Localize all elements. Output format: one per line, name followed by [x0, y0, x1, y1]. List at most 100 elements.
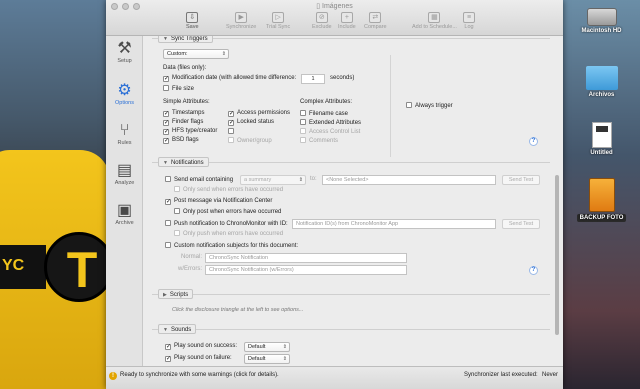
save-icon: ⇩: [186, 12, 199, 23]
sidebar-item-analyze[interactable]: ▤ Analyze: [106, 162, 143, 186]
only-send-errors-checkbox: Only send when errors have occurred: [174, 186, 283, 193]
desktop-icon-untitled[interactable]: Untitled: [563, 122, 640, 156]
bsd-flags-checkbox[interactable]: ✓ BSD flags: [163, 137, 199, 144]
custom-subjects-checkbox[interactable]: Custom notification subjects for this do…: [165, 242, 298, 249]
send-test-email-button[interactable]: Send Test: [502, 175, 540, 185]
gear-icon: ⚙: [117, 82, 132, 99]
desktop-icon-macintosh-hd[interactable]: Macintosh HD: [563, 8, 640, 34]
email-content-popup[interactable]: a summary ⇕: [240, 175, 306, 185]
push-id-field[interactable]: Notification ID(s) from ChronoMonitor Ap…: [292, 219, 496, 229]
checkbox-box: ✓: [163, 129, 170, 135]
checkbox-box: ✓: [165, 199, 172, 205]
trial-sync-label: Trial Sync: [266, 24, 291, 30]
hfs-type-checkbox[interactable]: ✓ HFS type/creator: [163, 128, 217, 135]
trial-sync-button[interactable]: ▷ Trial Sync: [266, 12, 290, 30]
trigger-mode-popup[interactable]: Custom: ⇕: [163, 49, 229, 59]
scripts-hint: Click the disclosure triangle at the lef…: [172, 307, 304, 313]
post-message-checkbox[interactable]: ✓ Post message via Notification Center: [165, 198, 272, 205]
sounds-header[interactable]: ▼ Sounds: [158, 324, 197, 334]
sidebar-item-options[interactable]: ⚙ Options: [106, 82, 143, 106]
only-post-errors-checkbox[interactable]: Only post when errors have occurred: [174, 208, 281, 215]
checkbox-box: [165, 176, 171, 182]
checkbox-label: Play sound on failure:: [174, 355, 232, 361]
chevron-updown-icon: ⇕: [298, 177, 303, 183]
extended-attributes-checkbox[interactable]: Extended Attributes: [300, 119, 361, 126]
desktop-icon-backup-foto[interactable]: BACKUP FOTO: [563, 178, 640, 222]
exclude-button[interactable]: ⊘ Exclude: [312, 12, 332, 30]
desktop-icon-archivos[interactable]: Archivos: [563, 66, 640, 98]
normal-subject-field[interactable]: ChronoSync Notification: [205, 253, 407, 263]
compare-button[interactable]: ⇄ Compare: [364, 12, 387, 30]
status-bar[interactable]: ! Ready to synchronize with some warning…: [106, 366, 563, 389]
filename-case-checkbox[interactable]: Filename case: [300, 110, 348, 117]
help-button[interactable]: ?: [529, 266, 538, 275]
failure-sound-popup[interactable]: Default ⇕: [244, 354, 290, 364]
scripts-section: ▶ Scripts Click the disclosure triangle a…: [152, 289, 550, 322]
checkbox-label: Always trigger: [415, 103, 453, 109]
synchronize-label: Synchronize: [226, 24, 257, 30]
checkbox-label: Push notification to ChronoMonitor with …: [174, 221, 288, 227]
popup-value: Custom:: [167, 51, 188, 57]
scripts-header[interactable]: ▶ Scripts: [158, 289, 194, 299]
checkbox-box: [174, 230, 180, 236]
send-test-push-button[interactable]: Send Test: [502, 219, 540, 229]
taxi-logo-letter: T: [66, 242, 98, 298]
send-email-checkbox[interactable]: Send email containing: [165, 176, 233, 183]
success-sound-popup[interactable]: Default ⇕: [244, 342, 290, 352]
desktop-icon-label: Untitled: [590, 150, 613, 156]
sidebar-item-archive[interactable]: ▣ Archive: [106, 202, 143, 226]
checkbox-box: [163, 85, 169, 91]
branch-icon: ⑂: [119, 122, 130, 139]
desktop-wallpaper-right: Macintosh HD Archivos Untitled BACKUP FO…: [563, 0, 640, 389]
log-button[interactable]: ≡ Log: [463, 12, 475, 30]
file-size-checkbox[interactable]: File size: [163, 85, 194, 92]
calendar-icon: ▦: [428, 12, 441, 23]
checkbox-label: Extended Attributes: [309, 120, 362, 126]
play-icon: ▶: [235, 12, 248, 23]
desktop-icon-label: Archivos: [588, 92, 615, 98]
warning-icon[interactable]: !: [109, 372, 117, 380]
external-drive-icon: [588, 178, 615, 212]
chevron-updown-icon: ⇕: [282, 344, 287, 350]
sidebar-item-rules[interactable]: ⑂ Rules: [106, 122, 143, 146]
to-label: to:: [310, 176, 317, 182]
finder-flags-checkbox[interactable]: ✓ Finder flags: [163, 119, 203, 126]
time-difference-input[interactable]: 1: [301, 74, 325, 84]
checkbox-box: ✓: [163, 138, 170, 144]
always-trigger-checkbox[interactable]: Always trigger: [406, 102, 453, 109]
include-label: Include: [338, 24, 356, 30]
desktop-wallpaper-left: YC T: [0, 0, 106, 389]
locked-status-checkbox[interactable]: ✓ Locked status: [228, 119, 274, 126]
options-panel: ▼ Sync Triggers Custom: ⇕ Data (files only…: [148, 36, 553, 366]
status-message[interactable]: Ready to synchronize with some warnings …: [120, 372, 279, 378]
title-bar: ▯ Imágenes ⇩ Save ▶ Synchronize ▷ Trial Syn…: [106, 0, 563, 36]
save-button[interactable]: ⇩ Save: [186, 12, 199, 30]
help-button[interactable]: ?: [529, 137, 538, 146]
access-permissions-checkbox[interactable]: ✓ Access permissions: [228, 110, 290, 117]
chevron-updown-icon: ⇕: [282, 356, 287, 362]
vertical-divider: [390, 55, 391, 157]
sync-triggers-header[interactable]: ▼ Sync Triggers: [158, 36, 213, 43]
unlabeled-checkbox[interactable]: [228, 128, 237, 135]
play-sound-success-checkbox[interactable]: ✓ Play sound on success:: [165, 343, 237, 350]
sidebar-item-label: Setup: [117, 58, 132, 64]
timestamps-checkbox[interactable]: ✓ Timestamps: [163, 110, 204, 117]
modification-date-checkbox[interactable]: ✓ Modification date (with allowed time di…: [163, 75, 296, 82]
exclude-icon: ⊘: [315, 12, 328, 23]
popup-value: a summary: [244, 177, 272, 183]
vertical-scrollbar[interactable]: [555, 175, 559, 335]
data-label: Data (files only):: [163, 65, 207, 71]
include-button[interactable]: + Include: [338, 12, 356, 30]
errors-subject-field[interactable]: ChronoSync Notification (w/Errors): [205, 265, 407, 275]
sidebar-item-label: Analyze: [114, 180, 135, 186]
only-push-errors-checkbox: Only push when errors have occurred: [174, 230, 283, 237]
play-sound-failure-checkbox[interactable]: ✓ Play sound on failure:: [165, 355, 232, 362]
sidebar-item-setup[interactable]: ⚒ Setup: [106, 40, 143, 64]
push-notification-checkbox[interactable]: Push notification to ChronoMonitor with …: [165, 220, 288, 227]
section-title: Sync Triggers: [170, 36, 208, 42]
notifications-header[interactable]: ▼ Notifications: [158, 157, 209, 167]
synchronize-button[interactable]: ▶ Synchronize: [226, 12, 256, 30]
archive-box-icon: ▣: [116, 202, 133, 219]
email-recipient-field[interactable]: <None Selected>: [322, 175, 496, 185]
add-to-schedule-button[interactable]: ▦ Add to Schedule...: [412, 12, 457, 30]
